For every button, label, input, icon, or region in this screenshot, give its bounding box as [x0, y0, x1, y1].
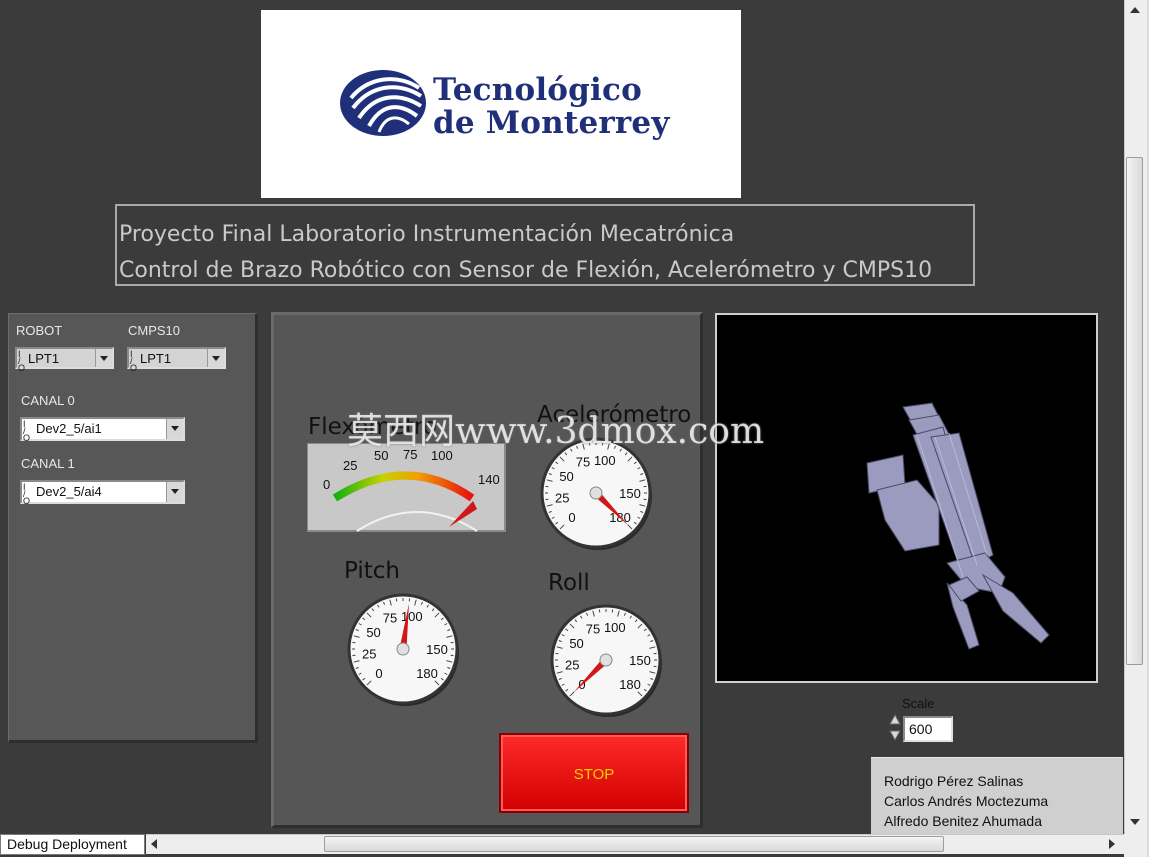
gauge-tick-label: 150 [629, 653, 651, 668]
gauge-tick-label: 25 [555, 490, 569, 505]
gauge-tick-label: 25 [362, 646, 376, 661]
flex-tick-label: 140 [478, 472, 500, 487]
scale-input[interactable]: 600 [903, 716, 953, 742]
config-panel: ROBOT CMPS10 I / O LPT1 I / O LPT1 CANAL 0 I… [8, 313, 258, 743]
flex-tick-label: 25 [343, 458, 357, 473]
canal1-label: CANAL 1 [21, 456, 75, 471]
flex-tick-label: 0 [323, 477, 330, 492]
scrollbar-corner [1124, 834, 1149, 857]
gauge-tick-label: 50 [559, 469, 573, 484]
project-title-line2: Control de Brazo Robótico con Sensor de … [119, 258, 933, 283]
robot-label: ROBOT [16, 323, 63, 338]
tec-logo: Tecnológico de Monterrey [261, 10, 741, 198]
io-icon: I / O [23, 482, 31, 506]
canal1-select[interactable]: I / O Dev2_5/ai4 [20, 480, 185, 506]
gauge-tick-label: 100 [594, 453, 616, 468]
flex-gauge: 02550 75 100140 [307, 443, 506, 532]
credits-box: Rodrigo Pérez Salinas Carlos Andrés Moct… [871, 757, 1123, 838]
gauge-hub [589, 486, 603, 500]
roll-gauge-title: Roll [548, 570, 590, 596]
pitch-gauge-title: Pitch [344, 558, 400, 584]
gauge-tick-label: 50 [569, 636, 583, 651]
cmps-label: CMPS10 [128, 323, 181, 338]
canal1-value: Dev2_5/ai4 [36, 484, 102, 499]
tec-emblem-icon [340, 70, 426, 136]
io-icon: I / O [130, 349, 138, 373]
gauge-tick-label: 180 [619, 677, 641, 692]
scroll-up-icon[interactable] [1130, 7, 1140, 13]
stop-button-label: STOP [573, 766, 615, 783]
roll-gauge: 0255075100150180 [550, 604, 662, 717]
gauge-tick-label: 180 [416, 666, 438, 681]
gauge-hub [599, 653, 613, 667]
canal0-label: CANAL 0 [21, 393, 75, 408]
gauge-tick-label: 50 [366, 625, 380, 640]
debug-deployment-status: Debug Deployment [0, 834, 145, 855]
scale-spinner[interactable] [889, 713, 901, 743]
canal0-select[interactable]: I / O Dev2_5/ai1 [20, 417, 185, 443]
gauge-tick-label: 0 [568, 510, 575, 525]
gauge-tick-label: 75 [383, 611, 397, 626]
stop-button[interactable]: STOP [499, 733, 689, 813]
robot-port-select[interactable]: I / O LPT1 [15, 347, 114, 373]
credit-name: Rodrigo Pérez Salinas [884, 773, 1024, 789]
spin-up-icon[interactable] [889, 713, 901, 725]
gauge-tick-label: 100 [401, 609, 423, 624]
gauge-tick-label: 150 [619, 486, 641, 501]
canal0-value: Dev2_5/ai1 [36, 421, 102, 436]
horizontal-scroll-thumb[interactable] [324, 836, 944, 852]
credit-name: Carlos Andrés Moctezuma [884, 793, 1049, 809]
scale-label: Scale [902, 696, 935, 711]
gauge-tick-label: 100 [604, 620, 626, 635]
logo-line2: de Monterrey [433, 105, 670, 141]
gauge-tick-label: 75 [586, 622, 600, 637]
robot-port-value: LPT1 [28, 351, 60, 366]
robot-3d-view[interactable] [715, 313, 1098, 683]
io-icon: I / O [23, 419, 31, 443]
scroll-left-icon[interactable] [151, 839, 157, 849]
project-title-line1: Proyecto Final Laboratorio Instrumentaci… [119, 222, 735, 247]
gauge-hub [396, 642, 410, 656]
chevron-down-icon[interactable] [166, 419, 183, 439]
scroll-down-icon[interactable] [1130, 819, 1140, 825]
logo-line1: Tecnológico [433, 72, 642, 108]
vertical-scroll-thumb[interactable] [1126, 157, 1143, 665]
pitch-gauge: 0 25 5075 100 150 180 [347, 593, 459, 706]
robot-arm-model [866, 402, 1050, 650]
chevron-down-icon[interactable] [166, 482, 183, 502]
gauge-tick-label: 75 [576, 455, 590, 470]
credit-name: Alfredo Benitez Ahumada [884, 813, 1042, 829]
spin-down-icon[interactable] [889, 730, 901, 742]
chevron-down-icon[interactable] [95, 349, 112, 367]
gauge-tick-label: 25 [565, 657, 579, 672]
gauge-tick-label: 150 [426, 642, 448, 657]
watermark: 莫西网www.3dmox.com [347, 411, 765, 452]
cmps-port-value: LPT1 [140, 351, 172, 366]
io-icon: I / O [18, 349, 26, 373]
scroll-right-icon[interactable] [1109, 839, 1115, 849]
project-title-box: Proyecto Final Laboratorio Instrumentaci… [115, 204, 975, 286]
gauge-tick-label: 0 [375, 666, 382, 681]
cmps-port-select[interactable]: I / O LPT1 [127, 347, 226, 373]
chevron-down-icon[interactable] [207, 349, 224, 367]
